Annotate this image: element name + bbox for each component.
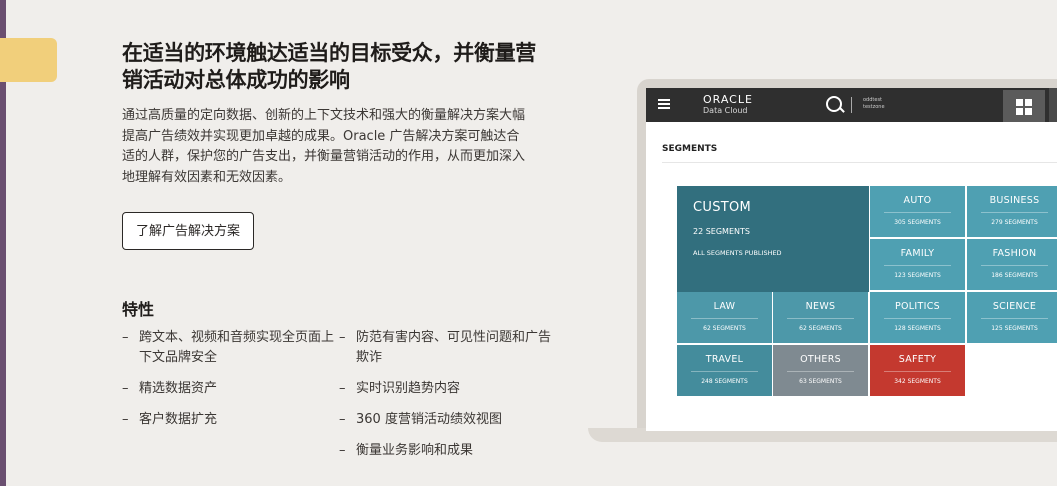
segment-count: 279 SEGMENTS — [991, 219, 1038, 226]
segment-name: POLITICS — [895, 301, 940, 312]
segment-count: 248 SEGMENTS — [701, 378, 748, 385]
segment-divider — [884, 318, 951, 319]
top-bar-edge — [1049, 88, 1057, 122]
segment-tile-law: LAW 62 SEGMENTS — [677, 292, 773, 344]
segment-divider — [691, 371, 758, 372]
segment-tile-politics: POLITICS 128 SEGMENTS — [870, 292, 966, 344]
segment-name: NEWS — [805, 301, 836, 312]
menu-icon — [658, 99, 670, 109]
segment-divider — [787, 318, 854, 319]
segment-tile-family: FAMILY 123 SEGMENTS — [870, 239, 966, 291]
segment-count: 62 SEGMENTS — [799, 325, 842, 332]
search-icon — [826, 96, 842, 112]
segment-name: AUTO — [903, 195, 932, 206]
segment-count: 123 SEGMENTS — [894, 272, 941, 279]
segment-divider — [884, 212, 951, 213]
divider — [662, 162, 1057, 163]
segment-tile-news: NEWS 62 SEGMENTS — [773, 292, 869, 344]
segment-tile-custom: CUSTOM 22 SEGMENTS ALL SEGMENTS PUBLISHE… — [677, 186, 869, 292]
segment-tile-travel: TRAVEL 248 SEGMENTS — [677, 345, 773, 397]
feature-item: –360 度营销活动绩效视图 — [339, 412, 502, 427]
feature-item: – 精选数据资产 — [122, 381, 218, 396]
grid-view-icon — [1003, 90, 1045, 122]
segment-tile-fashion: FASHION 186 SEGMENTS — [967, 239, 1057, 291]
segment-divider — [787, 371, 854, 372]
segment-divider — [981, 318, 1048, 319]
user-info: oddtest testzone — [863, 97, 885, 110]
segment-name: SCIENCE — [992, 301, 1037, 312]
segment-tile-business: BUSINESS 279 SEGMENTS — [967, 186, 1057, 238]
segment-name: FASHION — [992, 248, 1037, 259]
segment-name: SAFETY — [898, 354, 937, 365]
feature-item: – 防范有害内容、可见性问题和广告欺诈 — [339, 330, 552, 365]
features-list: – 跨文本、视频和音频实现全页面上下文品牌安全 – 精选数据资产 – 客户数据扩充 –… — [122, 328, 552, 472]
learn-ad-solutions-button[interactable]: 了解广告解决方案 — [122, 212, 255, 250]
feature-item: – 衡量业务影响和成果 — [339, 443, 474, 458]
feature-item: – 实时识别趋势内容 — [339, 381, 461, 396]
feature-item: – 跨文本、视频和音频实现全页面上下文品牌安全 — [122, 330, 335, 365]
segment-name: FAMILY — [900, 248, 935, 259]
segment-tile-auto: AUTO 305 SEGMENTS — [870, 186, 966, 238]
segment-name: LAW — [713, 301, 736, 312]
segment-tile-others: OTHERS 63 SEGMENTS — [773, 345, 869, 397]
main-content: 在适当的环境触达适当的目标受众，并衡量营销活动对总体成功的影响 通过高质量的定向… — [122, 40, 542, 250]
oracle-logo: ORACLE Data Cloud — [703, 93, 753, 116]
segment-count: 63 SEGMENTS — [799, 378, 842, 385]
page-description: 通过高质量的定向数据、创新的上下文技术和强大的衡量解决方案大幅提高广告绩效并实现… — [122, 108, 526, 185]
segment-divider — [884, 371, 951, 372]
accent-tab — [0, 38, 57, 82]
segment-divider — [884, 265, 951, 266]
segment-tile-science: SCIENCE 125 SEGMENTS — [967, 292, 1057, 344]
segment-tile-safety: SAFETY 342 SEGMENTS — [870, 345, 966, 397]
segment-count: 62 SEGMENTS — [703, 325, 746, 332]
features-right-column: – 防范有害内容、可见性问题和广告欺诈 – 实时识别趋势内容 –360 度营销活动绩… — [339, 328, 552, 472]
segment-count: 186 SEGMENTS — [991, 272, 1038, 279]
segment-count: 128 SEGMENTS — [894, 325, 941, 332]
page-title: 在适当的环境触达适当的目标受众，并衡量营销活动对总体成功的影响 — [122, 41, 536, 92]
segment-divider — [981, 265, 1048, 266]
segment-name: TRAVEL — [705, 354, 744, 365]
segment-divider — [981, 212, 1048, 213]
segment-count: 305 SEGMENTS — [894, 219, 941, 226]
features-heading: 特性 — [122, 300, 155, 319]
segment-name: OTHERS — [800, 354, 841, 365]
features-left-column: – 跨文本、视频和音频实现全页面上下文品牌安全 – 精选数据资产 – 客户数据扩充 — [122, 328, 335, 472]
segments-title: SEGMENTS — [662, 144, 718, 154]
divider — [851, 97, 852, 113]
segment-count: 125 SEGMENTS — [991, 325, 1038, 332]
segment-name: BUSINESS — [989, 195, 1040, 206]
segment-count: 342 SEGMENTS — [894, 378, 941, 385]
feature-item: – 客户数据扩充 — [122, 412, 218, 427]
app-top-bar: ORACLE Data Cloud oddtest testzone — [646, 88, 1057, 122]
segment-divider — [691, 318, 758, 319]
app-screenshot: ORACLE Data Cloud oddtest testzone SEGME… — [646, 88, 1057, 431]
